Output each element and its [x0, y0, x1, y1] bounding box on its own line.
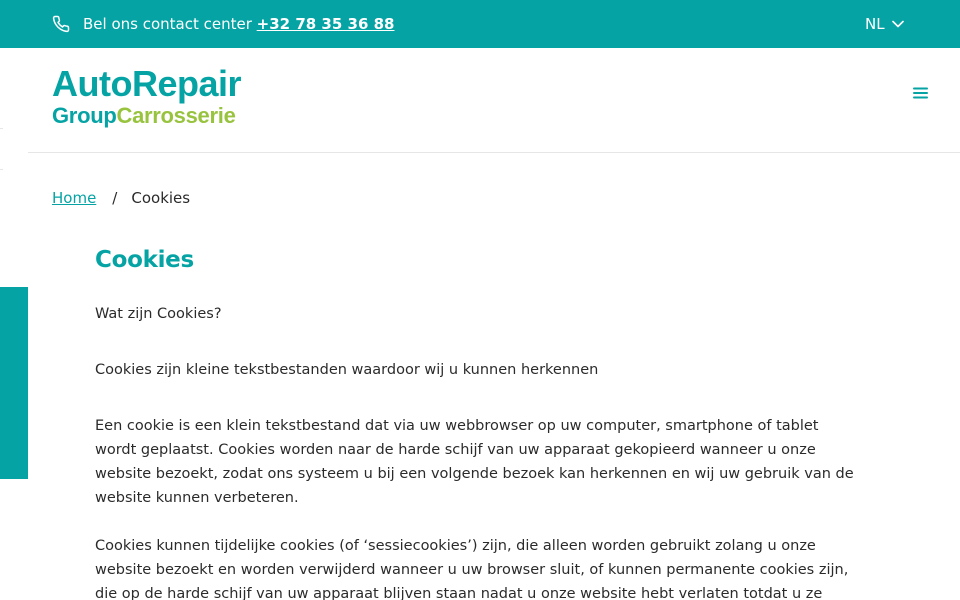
autorepair-logo[interactable]: AutoRepair GroupCarrosserie: [52, 66, 267, 128]
side-decoration-line: [0, 128, 3, 170]
logo-group-text: Group: [52, 103, 117, 128]
hamburger-icon[interactable]: [909, 84, 931, 102]
paragraph-cookie-types: Cookies kunnen tijdelijke cookies (of ‘s…: [95, 538, 849, 600]
page-title: Cookies: [95, 247, 194, 273]
header-divider: [28, 152, 960, 153]
logo-autorepair-text: AutoRepair: [52, 63, 242, 104]
phone-number-link[interactable]: +32 78 35 36 88: [257, 15, 395, 33]
logo-carrosserie-text: Carrosserie: [116, 103, 236, 128]
logo-subtitle: GroupCarrosserie: [52, 104, 236, 128]
contact-label: Bel ons contact center: [83, 15, 252, 33]
contact-center-text: Bel ons contact center +32 78 35 36 88: [83, 14, 395, 34]
breadcrumb-current: Cookies: [131, 189, 191, 207]
chevron-down-icon: [891, 20, 904, 28]
breadcrumb-separator: /: [112, 189, 118, 207]
language-label: NL: [865, 15, 885, 33]
paragraph-intro: Cookies zijn kleine tekstbestanden waard…: [95, 362, 599, 378]
site-header: AutoRepair GroupCarrosserie: [0, 48, 960, 153]
side-feedback-tab[interactable]: [0, 287, 28, 479]
phone-icon: [52, 15, 70, 33]
language-selector[interactable]: NL: [865, 14, 904, 34]
paragraph-cookie-definition: Een cookie is een klein tekstbestand dat…: [95, 418, 854, 506]
breadcrumb-home-link[interactable]: Home: [52, 189, 96, 207]
main-content: Cookies Wat zijn Cookies? Cookies zijn k…: [95, 244, 865, 600]
breadcrumb: Home / Cookies: [52, 187, 190, 209]
top-contact-bar: Bel ons contact center +32 78 35 36 88 N…: [0, 0, 960, 48]
paragraph-question: Wat zijn Cookies?: [95, 306, 222, 322]
